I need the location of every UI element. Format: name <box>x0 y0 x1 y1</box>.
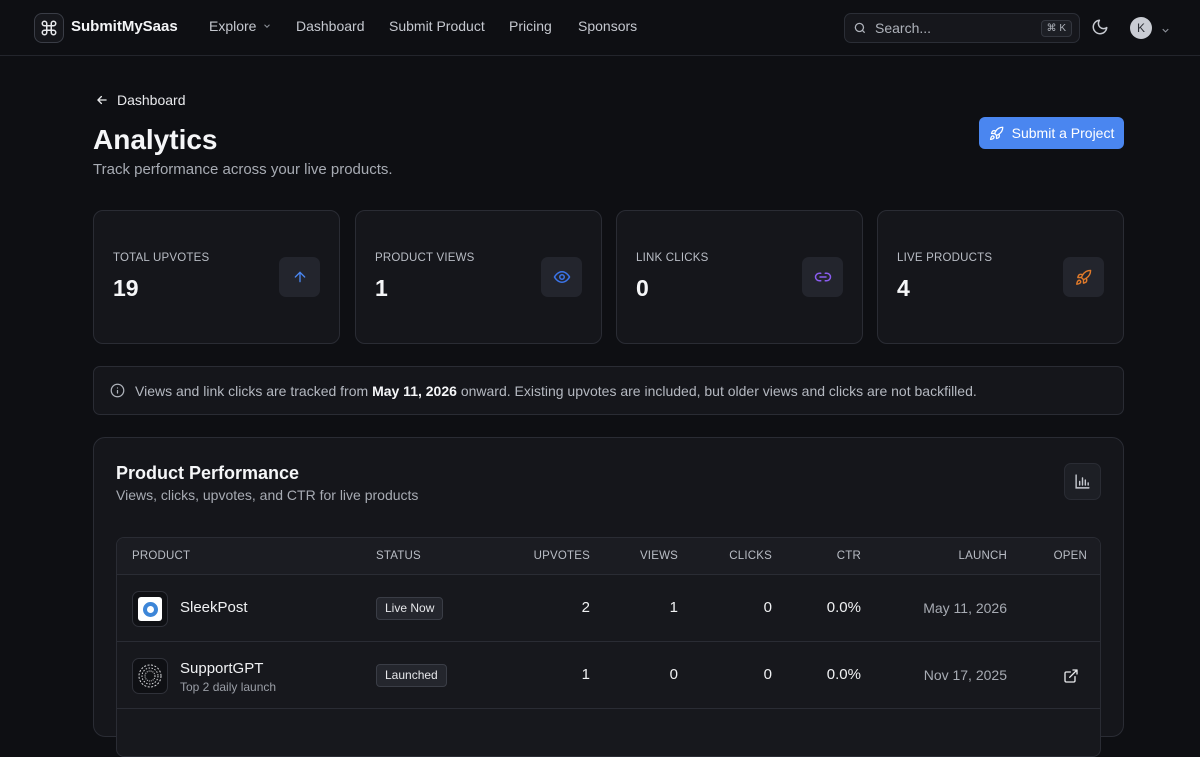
product-note: Top 2 daily launch <box>180 680 277 694</box>
rocket-icon <box>989 126 1004 140</box>
views-value: 0 <box>669 666 678 683</box>
section-subtitle: Views, clicks, upvotes, and CTR for live… <box>116 487 419 503</box>
brand-name[interactable]: SubmitMySaas <box>71 18 178 35</box>
avatar[interactable]: K <box>1130 17 1152 39</box>
info-icon <box>110 383 125 398</box>
back-to-dashboard-link[interactable]: Dashboard <box>95 92 186 108</box>
notice-date: May 11, 2026 <box>372 382 457 399</box>
performance-table: PRODUCT STATUS UPVOTES VIEWS CLICKS CTR … <box>116 537 1101 757</box>
nav-sponsors[interactable]: Sponsors <box>578 18 637 34</box>
page-title: Analytics <box>93 124 218 155</box>
stat-card-product-views: PRODUCT VIEWS 1 <box>355 210 602 344</box>
table-row[interactable]: SupportGPT Top 2 daily launch Launched 1… <box>117 642 1100 709</box>
column-header-ctr: CTR <box>836 550 861 562</box>
notice-after: onward. Existing upvotes are included, b… <box>460 382 977 399</box>
clicks-value: 0 <box>763 666 772 683</box>
status-badge: Live Now <box>376 597 444 620</box>
top-navbar: SubmitMySaas Explore Dashboard Submit Pr… <box>0 0 1200 56</box>
search-input[interactable]: Search... ⌘ K <box>844 13 1080 43</box>
back-label: Dashboard <box>117 92 186 108</box>
moon-icon[interactable] <box>1091 18 1109 41</box>
stat-value: 1 <box>375 275 388 301</box>
bar-chart-icon[interactable] <box>1064 463 1101 500</box>
external-link-icon[interactable] <box>1063 668 1079 689</box>
arrow-left-icon <box>97 95 107 105</box>
nav-dashboard[interactable]: Dashboard <box>296 18 365 34</box>
nav-pricing[interactable]: Pricing <box>509 18 552 34</box>
launch-date: May 11, 2026 <box>923 600 1007 616</box>
stat-value: 0 <box>636 275 649 301</box>
column-header-upvotes: UPVOTES <box>533 550 590 562</box>
table-row[interactable]: SleekPost Live Now 2 1 0 0.0% May 11, 20… <box>117 575 1100 642</box>
search-shortcut-badge: ⌘ K <box>1040 20 1072 37</box>
column-header-open: OPEN <box>1053 550 1087 562</box>
column-header-clicks: CLICKS <box>729 550 772 562</box>
table-header: PRODUCT STATUS UPVOTES VIEWS CLICKS CTR … <box>117 538 1100 575</box>
ctr-value: 0.0% <box>826 599 861 616</box>
views-value: 1 <box>669 599 678 616</box>
rocket-icon <box>1063 257 1104 297</box>
launch-date: Nov 17, 2025 <box>923 667 1007 683</box>
upvotes-value: 1 <box>581 666 590 683</box>
clicks-value: 0 <box>763 599 772 616</box>
chevron-down-icon <box>264 24 271 28</box>
chevron-down-icon[interactable] <box>1160 23 1171 41</box>
tracking-notice: Views and link clicks are tracked from M… <box>93 366 1124 415</box>
supportgpt-logo <box>132 658 168 694</box>
nav-submit-product[interactable]: Submit Product <box>389 18 485 34</box>
submit-project-label: Submit a Project <box>1011 125 1115 141</box>
nav-explore[interactable]: Explore <box>209 18 272 34</box>
arrow-up-icon <box>279 257 320 297</box>
product-name[interactable]: SleekPost <box>180 599 248 616</box>
stat-label: PRODUCT VIEWS <box>375 252 475 264</box>
stat-value: 19 <box>113 275 139 301</box>
command-logo-icon[interactable] <box>34 13 64 43</box>
column-header-product: PRODUCT <box>132 550 191 562</box>
section-title: Product Performance <box>116 463 300 483</box>
product-name[interactable]: SupportGPT <box>180 660 263 677</box>
column-header-status: STATUS <box>376 550 421 562</box>
submit-project-button[interactable]: Submit a Project <box>979 117 1124 149</box>
stat-label: LIVE PRODUCTS <box>897 252 993 264</box>
notice-before: Views and link clicks are tracked from <box>135 382 369 399</box>
status-badge: Launched <box>376 664 447 687</box>
stat-card-total-upvotes: TOTAL UPVOTES 19 <box>93 210 340 344</box>
search-icon <box>854 22 866 34</box>
sleekpost-logo <box>132 591 168 627</box>
eye-icon <box>541 257 582 297</box>
notice-text: Views and link clicks are tracked from M… <box>135 383 977 399</box>
product-performance-card: Product Performance Views, clicks, upvot… <box>93 437 1124 757</box>
nav-explore-label: Explore <box>209 18 257 34</box>
ctr-value: 0.0% <box>826 666 861 683</box>
column-header-views: VIEWS <box>639 550 678 562</box>
stat-card-link-clicks: LINK CLICKS 0 <box>616 210 863 344</box>
search-placeholder: Search... <box>875 20 932 36</box>
stat-value: 4 <box>897 275 910 301</box>
page-subtitle: Track performance across your live produ… <box>93 161 393 178</box>
upvotes-value: 2 <box>581 599 590 616</box>
stat-label: LINK CLICKS <box>636 252 709 264</box>
stat-label: TOTAL UPVOTES <box>113 252 210 264</box>
link-icon <box>802 257 843 297</box>
stat-card-live-products: LIVE PRODUCTS 4 <box>877 210 1124 344</box>
column-header-launch: LAUNCH <box>958 550 1007 562</box>
